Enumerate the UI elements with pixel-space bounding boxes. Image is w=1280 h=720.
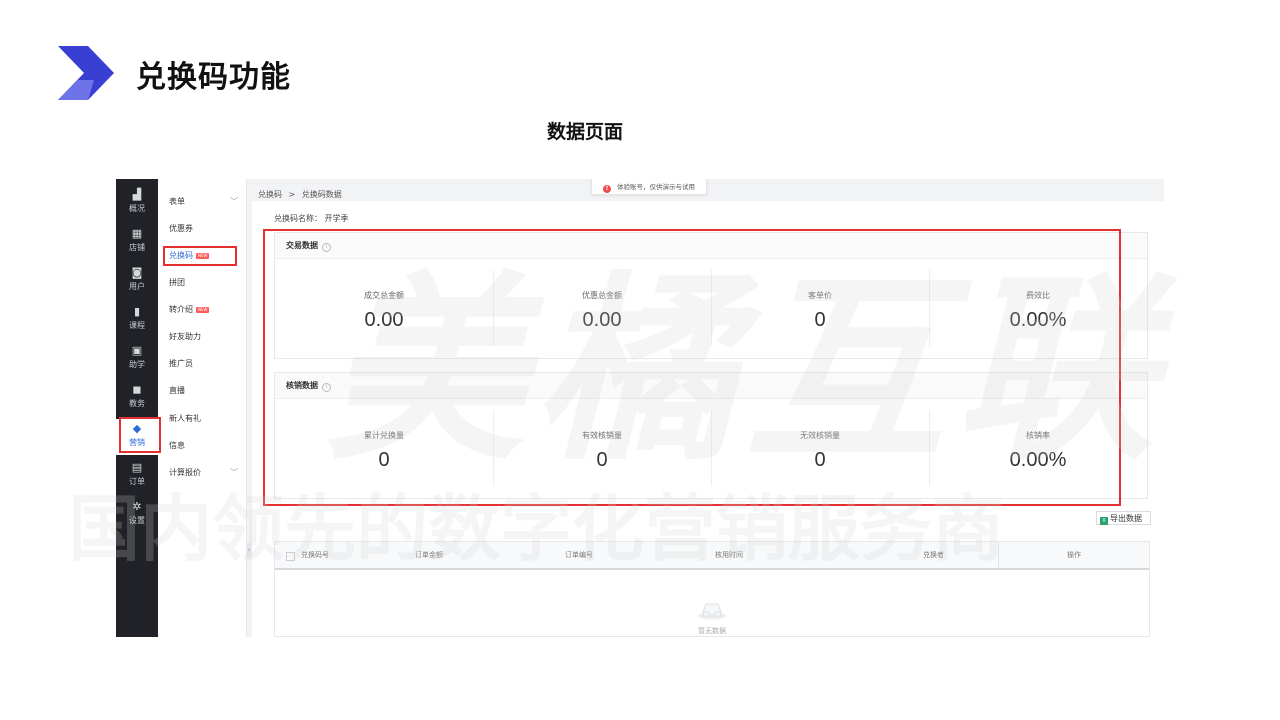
column-divider [998, 542, 999, 568]
submenu-item-friend-help[interactable]: 好友助力 [158, 328, 246, 346]
code-name-row: 兑换码名称： 开学季 [274, 214, 349, 223]
new-badge: NEW [196, 306, 210, 313]
gear-icon: ✲ [132, 500, 142, 513]
column-header: 核用时间 [715, 551, 743, 559]
submenu-item-quote[interactable]: 计算报价 ﹀ [158, 464, 246, 482]
empty-inbox-icon [698, 603, 726, 620]
users-icon: ◙ [131, 266, 143, 279]
submenu-item-live[interactable]: 直播 [158, 382, 246, 400]
app-screenshot: ▟ 概况 ▦ 店铺 ◙ 用户 ▮ 课程 ▣ 助学 ◼ 教务 ◆ 营销 ▤ 订单 ✲ 设置 表单 ﹀ … [116, 179, 1164, 637]
submenu-item-referral[interactable]: 转介绍 NEW [158, 301, 246, 319]
select-all-checkbox[interactable] [286, 552, 295, 561]
breadcrumb-root[interactable]: 兑换码 [258, 190, 282, 199]
submenu-item-form[interactable]: 表单 ﹀ [158, 193, 246, 211]
chevron-down-icon: ﹀ [230, 197, 238, 206]
iconbar-item-store[interactable]: ▦ 店铺 [116, 224, 158, 260]
column-header: 订单编号 [565, 551, 593, 559]
empty-state-text: 暂无数据 [698, 627, 726, 635]
slide-subtitle: 数据页面 [546, 121, 623, 143]
logo-chevron-icon [58, 46, 114, 100]
column-header: 操作 [1067, 551, 1081, 559]
export-data-button[interactable]: X 导出数据 [1096, 511, 1151, 525]
redeem-records-table: 兑换码号 订单金额 订单编号 核用时间 兑换者 操作 暂无数据 [274, 541, 1150, 637]
breadcrumb: 兑换码 > 兑换码数据 [258, 190, 342, 199]
submenu-item-promoter[interactable]: 推广员 [158, 355, 246, 373]
iconbar-item-academic[interactable]: ◼ 教务 [116, 380, 158, 416]
book-icon: ▮ [133, 305, 141, 318]
alert-icon: ! [603, 185, 611, 193]
highlight-redeem-menu-box [163, 246, 237, 266]
submenu-item-message[interactable]: 信息 [158, 437, 246, 455]
store-icon: ▦ [131, 227, 143, 240]
icon-sidebar: ▟ 概况 ▦ 店铺 ◙ 用户 ▮ 课程 ▣ 助学 ◼ 教务 ◆ 营销 ▤ 订单 ✲ 设置 [116, 179, 158, 637]
table-header: 兑换码号 订单金额 订单编号 核用时间 兑换者 操作 [275, 542, 1149, 570]
iconbar-item-overview[interactable]: ▟ 概况 [116, 185, 158, 221]
iconbar-item-course[interactable]: ▮ 课程 [116, 302, 158, 338]
column-header: 订单金额 [415, 551, 443, 559]
highlight-marketing-box [119, 417, 161, 453]
breadcrumb-current: 兑换码数据 [301, 190, 342, 199]
code-name-value: 开学季 [324, 214, 349, 223]
column-header: 兑换者 [923, 551, 944, 559]
iconbar-item-study[interactable]: ▣ 助学 [116, 341, 158, 377]
tv-icon: ▣ [131, 344, 143, 357]
iconbar-item-settings[interactable]: ✲ 设置 [116, 497, 158, 533]
submenu-item-group-buy[interactable]: 拼团 [158, 274, 246, 292]
iconbar-item-orders[interactable]: ▤ 订单 [116, 458, 158, 494]
iconbar-item-users[interactable]: ◙ 用户 [116, 263, 158, 299]
excel-icon: X [1100, 517, 1108, 525]
submenu-item-new-gift[interactable]: 新人有礼 [158, 410, 246, 428]
submenu-item-coupon[interactable]: 优惠券 [158, 220, 246, 238]
chart-icon: ▟ [132, 188, 142, 201]
board-icon: ◼ [132, 383, 142, 396]
highlight-stats-box [263, 229, 1121, 506]
slide-title: 兑换码功能 [136, 60, 291, 95]
chevron-down-icon: ﹀ [230, 468, 238, 477]
document-icon: ▤ [131, 461, 143, 474]
demo-account-toast: ! 体验账号，仅供演示与试用 [591, 179, 707, 195]
column-header: 兑换码号 [301, 551, 329, 559]
